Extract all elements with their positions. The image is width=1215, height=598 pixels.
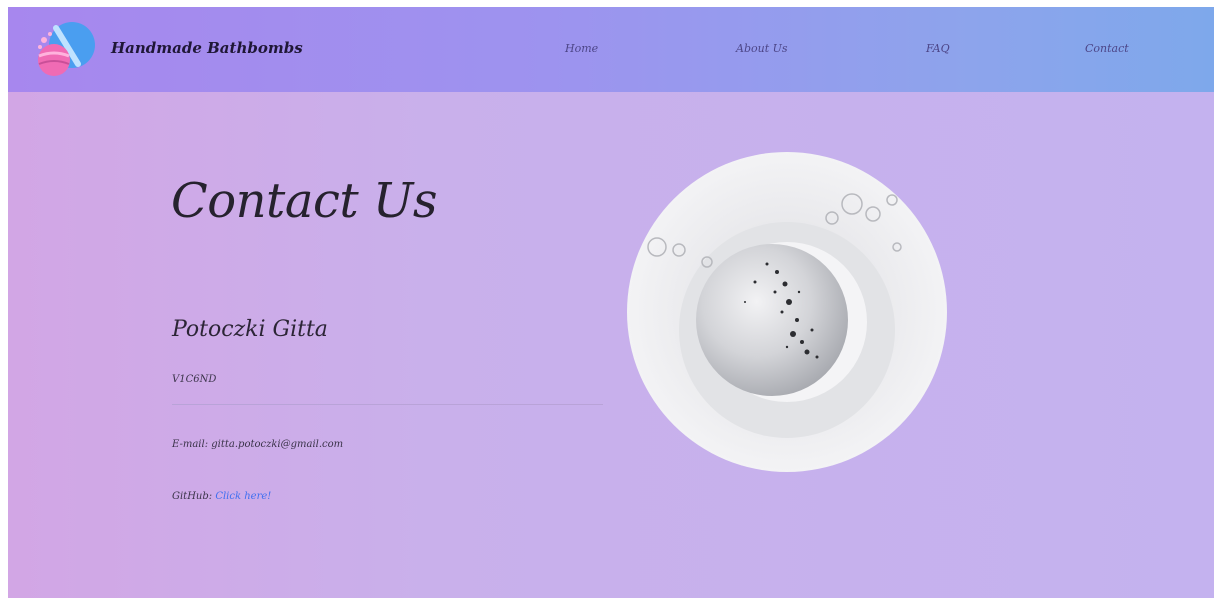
page-frame: Handmade Bathbombs Home About Us FAQ Con… bbox=[8, 7, 1214, 598]
email-address[interactable]: gitta.potoczki@gmail.com bbox=[211, 439, 343, 450]
github-link[interactable]: Click here! bbox=[215, 491, 271, 502]
nav-about-us[interactable]: About Us bbox=[736, 42, 788, 55]
github-line: GitHub: Click here! bbox=[172, 491, 271, 502]
email-line: E-mail: gitta.potoczki@gmail.com bbox=[172, 439, 343, 450]
bathbomb-foam-photo bbox=[627, 152, 947, 472]
page-title: Contact Us bbox=[171, 173, 437, 229]
contact-name: Potoczki Gitta bbox=[172, 317, 328, 342]
nav-faq[interactable]: FAQ bbox=[926, 42, 950, 55]
divider bbox=[172, 404, 603, 405]
contact-code: V1C6ND bbox=[172, 374, 217, 385]
nav-home[interactable]: Home bbox=[565, 42, 598, 55]
email-label: E-mail: bbox=[172, 439, 209, 450]
navbar: Handmade Bathbombs Home About Us FAQ Con… bbox=[8, 7, 1214, 92]
github-label: GitHub: bbox=[172, 491, 213, 502]
brand-name[interactable]: Handmade Bathbombs bbox=[111, 39, 303, 57]
nav-contact[interactable]: Contact bbox=[1085, 42, 1129, 55]
bathbomb-logo-icon bbox=[38, 22, 95, 76]
